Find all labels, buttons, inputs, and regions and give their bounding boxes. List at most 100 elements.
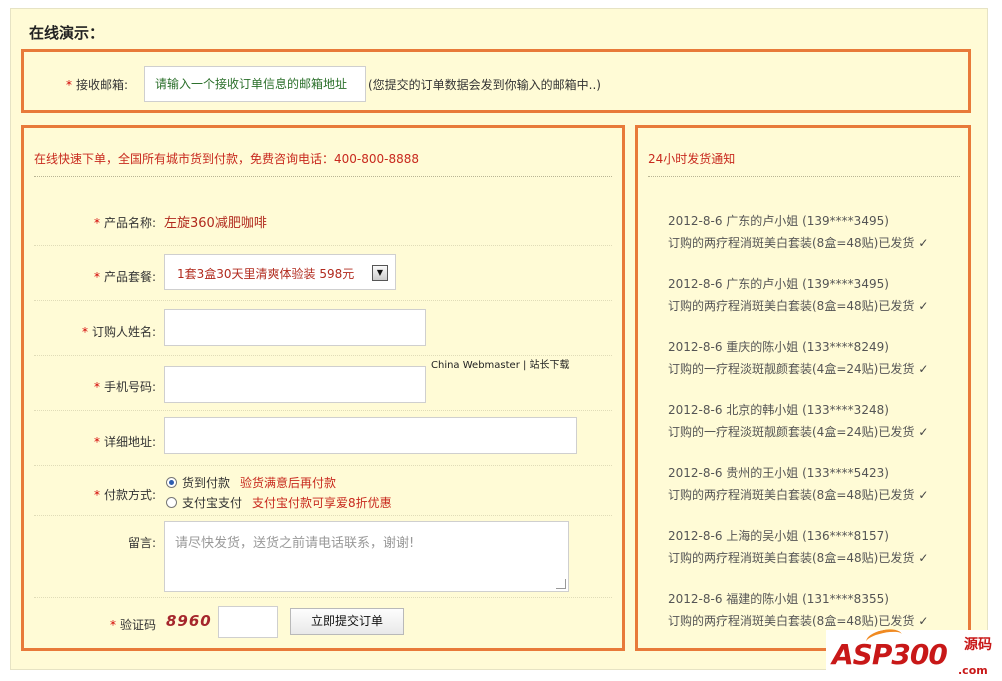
payment-option-note: 验货满意后再付款 [240, 476, 337, 490]
payment-option-label: 支付宝支付 [182, 496, 243, 510]
logo-sub: 源码 [964, 637, 992, 653]
notice-item-status: 订购的两疗程消斑美白套装(8盒=48贴)已发货 ✓ [668, 547, 968, 569]
radio-unchecked[interactable] [166, 497, 177, 508]
required-mark: * [66, 78, 72, 92]
page-title: 在线演示： [29, 24, 105, 42]
notice-item-date-customer: 2012-8-6 福建的陈小姐 (131****8355) [668, 592, 889, 606]
check-icon: ✓ [918, 425, 929, 439]
form-row-message: 留言: 请尽快发货，送货之前请电话联系，谢谢! [34, 516, 612, 598]
notice-item-status-text: 订购的两疗程消斑美白套装(8盒=48贴)已发货 [668, 614, 915, 628]
submit-order-button[interactable]: 立即提交订单 [290, 608, 404, 635]
address-label-text: 详细地址: [103, 435, 156, 449]
payment-option-label: 货到付款 [182, 476, 231, 490]
notice-header: 24小时发货通知 [648, 150, 960, 177]
buyer-name-label: * 订购人姓名: [82, 323, 156, 340]
required-mark: * [93, 380, 100, 394]
order-form-header: 在线快速下单，全国所有城市货到付款，免费咨询电话：400-800-8888 [34, 150, 612, 177]
message-label: 留言: [127, 536, 156, 550]
notice-item: 2012-8-6 北京的韩小姐 (133****3248) 订购的一疗程淡斑靓颜套… [668, 399, 968, 443]
notice-item-date-customer: 2012-8-6 贵州的王小姐 (133****5423) [668, 466, 889, 480]
buyer-name-label-text: 订购人姓名: [91, 325, 156, 339]
payment-label: * 付款方式: [94, 486, 156, 503]
notice-item: 2012-8-6 贵州的王小姐 (133****5423) 订购的两疗程消斑美白套… [668, 462, 968, 506]
notice-item: 2012-8-6 广东的卢小姐 (139****3495) 订购的两疗程消斑美白套… [668, 210, 968, 254]
notice-item-status: 订购的两疗程消斑美白套装(8盒=48贴)已发货 ✓ [668, 295, 968, 317]
email-section: * 接收邮箱: 请输入一个接收订单信息的邮箱地址 (您提交的订单数据会发到你输入的… [21, 49, 971, 113]
captcha-label-text: 验证码 [119, 618, 156, 632]
product-package-selected: 1套3盒30天里清爽体验装 598元 [177, 267, 355, 281]
order-form: 在线快速下单，全国所有城市货到付款，免费咨询电话：400-800-8888 * 产… [21, 125, 625, 651]
resize-grip-icon[interactable] [556, 579, 566, 589]
product-package-select[interactable]: 1套3盒30天里清爽体验装 598元 ▼ [164, 254, 396, 290]
payment-option-note: 支付宝付款可享爱8折优惠 [252, 496, 392, 510]
check-icon: ✓ [918, 614, 929, 628]
chevron-down-icon[interactable]: ▼ [372, 265, 388, 281]
form-row-product-name: * 产品名称: 左旋360减肥咖啡 [34, 192, 612, 246]
demo-panel: 在线演示： * 接收邮箱: 请输入一个接收订单信息的邮箱地址 (您提交的订单数据会… [10, 8, 988, 670]
check-icon: ✓ [918, 488, 929, 502]
form-row-payment: * 付款方式: 货到付款 验货满意后再付款 支付宝支付 支付宝付款可享爱8折优惠 [34, 466, 612, 516]
check-icon: ✓ [918, 236, 929, 250]
check-icon: ✓ [918, 362, 929, 376]
payment-label-text: 付款方式: [103, 488, 156, 502]
product-name-label: * 产品名称: [94, 214, 156, 231]
email-label: * 接收邮箱: [66, 76, 128, 93]
notice-item: 2012-8-6 福建的陈小姐 (131****8355) 订购的两疗程消斑美白套… [668, 588, 968, 632]
logo-main: ASP300 [832, 638, 948, 671]
notice-item-date-customer: 2012-8-6 广东的卢小姐 (139****3495) [668, 277, 889, 291]
form-row-buyer-name: * 订购人姓名: [34, 301, 612, 356]
shipping-notice: 24小时发货通知 2012-8-6 广东的卢小姐 (139****3495) 订购… [635, 125, 971, 651]
email-field[interactable]: 请输入一个接收订单信息的邮箱地址 [144, 66, 366, 102]
buyer-name-input[interactable] [164, 309, 426, 346]
site-logo: ASP300 源码 .com [826, 626, 1002, 681]
notice-item-status: 订购的两疗程消斑美白套装(8盒=48贴)已发货 ✓ [668, 610, 968, 632]
payment-option-cod[interactable]: 货到付款 验货满意后再付款 [166, 474, 336, 491]
notice-item-status: 订购的一疗程淡斑靓颜套装(4盒=24贴)已发货 ✓ [668, 358, 968, 380]
form-row-captcha: * 验证码 8960 立即提交订单 [34, 598, 612, 644]
captcha-label: * 验证码 [110, 616, 156, 633]
address-label: * 详细地址: [94, 433, 156, 450]
notice-item-date-customer: 2012-8-6 上海的吴小姐 (136****8157) [668, 529, 889, 543]
notice-item-status-text: 订购的两疗程消斑美白套装(8盒=48贴)已发货 [668, 299, 915, 313]
required-mark: * [109, 618, 116, 632]
required-mark: * [93, 216, 100, 230]
notice-item: 2012-8-6 重庆的陈小姐 (133****8249) 订购的一疗程淡斑靓颜套… [668, 336, 968, 380]
payment-option-alipay[interactable]: 支付宝支付 支付宝付款可享爱8折优惠 [166, 494, 392, 511]
email-label-text: 接收邮箱: [76, 78, 129, 92]
notice-item-status-text: 订购的两疗程消斑美白套装(8盒=48贴)已发货 [668, 488, 915, 502]
product-name-value: 左旋360减肥咖啡 [164, 216, 267, 231]
form-row-address: * 详细地址: [34, 411, 612, 466]
notice-item-status-text: 订购的一疗程淡斑靓颜套装(4盒=24贴)已发货 [668, 362, 915, 376]
required-mark: * [81, 325, 88, 339]
watermark-text: China Webmaster | 站长下载 [431, 356, 570, 371]
notice-item-status: 订购的两疗程消斑美白套装(8盒=48贴)已发货 ✓ [668, 484, 968, 506]
email-hint: (您提交的订单数据会发到你输入的邮箱中..) [368, 78, 601, 92]
required-mark: * [93, 435, 100, 449]
phone-label-text: 手机号码: [103, 380, 156, 394]
captcha-image[interactable]: 8960 [166, 612, 212, 630]
address-input[interactable] [164, 417, 577, 454]
notice-item-status: 订购的一疗程淡斑靓颜套装(4盒=24贴)已发货 ✓ [668, 421, 968, 443]
required-mark: * [93, 270, 100, 284]
check-icon: ✓ [918, 299, 929, 313]
captcha-input[interactable] [218, 606, 278, 638]
notice-item-status-text: 订购的两疗程消斑美白套装(8盒=48贴)已发货 [668, 236, 915, 250]
product-package-label: * 产品套餐: [94, 268, 156, 285]
message-textarea[interactable]: 请尽快发货，送货之前请电话联系，谢谢! [164, 521, 569, 592]
notice-item: 2012-8-6 广东的卢小姐 (139****3495) 订购的两疗程消斑美白套… [668, 273, 968, 317]
product-name-label-text: 产品名称: [103, 216, 156, 230]
notice-item-date-customer: 2012-8-6 广东的卢小姐 (139****3495) [668, 214, 889, 228]
radio-checked[interactable] [166, 477, 177, 488]
message-placeholder: 请尽快发货，送货之前请电话联系，谢谢! [175, 536, 415, 551]
notice-item-status: 订购的两疗程消斑美白套装(8盒=48贴)已发货 ✓ [668, 232, 968, 254]
notice-item-date-customer: 2012-8-6 重庆的陈小姐 (133****8249) [668, 340, 889, 354]
form-row-product-package: * 产品套餐: 1套3盒30天里清爽体验装 598元 ▼ [34, 246, 612, 301]
notice-item-date-customer: 2012-8-6 北京的韩小姐 (133****3248) [668, 403, 889, 417]
phone-input[interactable] [164, 366, 426, 403]
phone-label: * 手机号码: [94, 378, 156, 395]
notice-item-status-text: 订购的一疗程淡斑靓颜套装(4盒=24贴)已发货 [668, 425, 915, 439]
logo-url: .com [958, 664, 988, 677]
product-package-label-text: 产品套餐: [103, 270, 156, 284]
notice-item: 2012-8-6 上海的吴小姐 (136****8157) 订购的两疗程消斑美白套… [668, 525, 968, 569]
notice-item-status-text: 订购的两疗程消斑美白套装(8盒=48贴)已发货 [668, 551, 915, 565]
